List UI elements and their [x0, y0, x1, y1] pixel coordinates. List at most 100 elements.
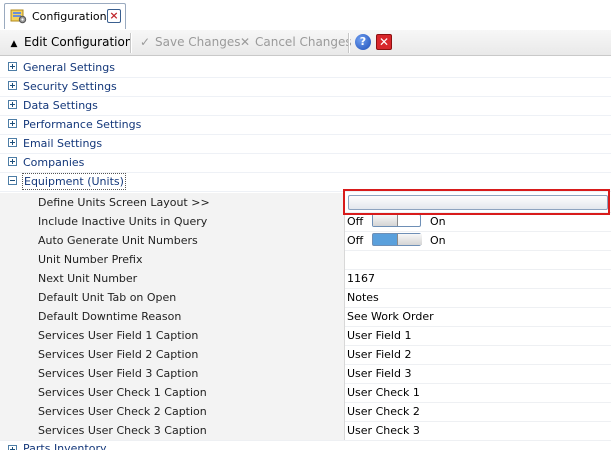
document-tab-strip: Configuration ×	[0, 0, 611, 31]
property-name: Include Inactive Units in Query	[38, 215, 208, 228]
row-gutter	[0, 288, 22, 307]
help-icon[interactable]: ?	[355, 34, 371, 50]
property-name: Next Unit Number	[38, 272, 138, 285]
property-value-field[interactable]: 1167	[345, 269, 611, 288]
checkmark-icon: ✓	[139, 35, 151, 49]
close-icon: ×	[109, 9, 119, 22]
property-row[interactable]: Services User Check 2 Caption User Check…	[0, 402, 611, 422]
cancel-changes-button[interactable]: ✕ Cancel Changes	[238, 35, 352, 51]
property-name-cell: Include Inactive Units in Query	[22, 212, 345, 231]
category-label: Performance Settings	[23, 118, 142, 131]
property-row[interactable]: Next Unit Number 1167	[0, 269, 611, 289]
property-value-field[interactable]: User Check 1	[345, 383, 611, 402]
row-gutter	[0, 345, 22, 364]
include-inactive-toggle[interactable]	[372, 214, 421, 227]
collapse-arrow-icon: ▲	[10, 39, 18, 49]
category-label: General Settings	[23, 61, 115, 74]
exit-icon[interactable]: ✕	[376, 34, 392, 50]
property-value: See Work Order	[347, 310, 434, 323]
category-label: Companies	[23, 156, 85, 169]
edit-configuration-button[interactable]: ▲ Edit Configuration	[7, 35, 133, 51]
property-value-field[interactable]: User Field 3	[345, 364, 611, 383]
tab-label: Configuration	[32, 10, 107, 23]
tab-configuration[interactable]: Configuration ×	[4, 3, 126, 29]
row-gutter	[0, 364, 22, 383]
focus-highlight	[343, 189, 610, 215]
property-name: Default Downtime Reason	[38, 310, 182, 323]
row-gutter	[0, 231, 22, 250]
expand-icon[interactable]	[8, 100, 17, 109]
property-row-auto-generate[interactable]: Auto Generate Unit Numbers Off On	[0, 231, 611, 251]
property-name-cell: Default Downtime Reason	[22, 307, 345, 326]
property-name: Services User Field 1 Caption	[38, 329, 199, 342]
property-name-cell: Next Unit Number	[22, 269, 345, 288]
toggle-off-label: Off	[347, 215, 364, 228]
property-name-cell: Services User Check 1 Caption	[22, 383, 345, 402]
property-value: 1167	[347, 272, 375, 285]
property-name-cell: Define Units Screen Layout >>	[22, 193, 345, 212]
property-name: Define Units Screen Layout >>	[38, 196, 210, 209]
property-row[interactable]: Services User Check 1 Caption User Check…	[0, 383, 611, 403]
property-name: Services User Check 2 Caption	[38, 405, 207, 418]
category-general-settings[interactable]: General Settings	[0, 58, 611, 78]
property-name-cell: Unit Number Prefix	[22, 250, 345, 269]
property-row[interactable]: Unit Number Prefix	[0, 250, 611, 270]
property-value-field[interactable]: See Work Order	[345, 307, 611, 326]
toolbar-separator	[130, 33, 132, 53]
property-value-field[interactable]: Notes	[345, 288, 611, 307]
property-name-cell: Services User Field 3 Caption	[22, 364, 345, 383]
property-value: Notes	[347, 291, 379, 304]
category-performance-settings[interactable]: Performance Settings	[0, 115, 611, 135]
property-name-cell: Services User Check 2 Caption	[22, 402, 345, 421]
property-value: User Field 1	[347, 329, 412, 342]
property-name: Services User Field 2 Caption	[38, 348, 199, 361]
edit-configuration-label: Edit Configuration	[24, 35, 133, 49]
category-data-settings[interactable]: Data Settings	[0, 96, 611, 116]
category-email-settings[interactable]: Email Settings	[0, 134, 611, 154]
toggle-knob[interactable]	[373, 215, 398, 226]
tab-close-button[interactable]: ×	[107, 9, 121, 23]
cancel-changes-label: Cancel Changes	[255, 35, 352, 49]
property-value-field[interactable]: User Check 2	[345, 402, 611, 421]
row-gutter	[0, 212, 22, 231]
property-row[interactable]: Services User Field 2 Caption User Field…	[0, 345, 611, 365]
property-row-include-inactive[interactable]: Include Inactive Units in Query Off On	[0, 212, 611, 232]
expand-icon[interactable]	[8, 119, 17, 128]
row-gutter	[0, 269, 22, 288]
property-name: Default Unit Tab on Open	[38, 291, 177, 304]
save-changes-button[interactable]: ✓ Save Changes	[138, 35, 241, 51]
property-value-field[interactable]: User Check 3	[345, 421, 611, 440]
expand-icon[interactable]	[8, 138, 17, 147]
property-value: User Field 2	[347, 348, 412, 361]
property-value-cell: Off On	[345, 231, 611, 250]
property-value-field[interactable]: User Field 2	[345, 345, 611, 364]
property-row[interactable]: Services User Check 3 Caption User Check…	[0, 421, 611, 441]
property-value: User Check 2	[347, 405, 420, 418]
property-value-field[interactable]: User Field 1	[345, 326, 611, 345]
property-name: Unit Number Prefix	[38, 253, 143, 266]
configuration-icon	[10, 9, 27, 24]
category-security-settings[interactable]: Security Settings	[0, 77, 611, 97]
expand-icon[interactable]	[8, 62, 17, 71]
category-companies[interactable]: Companies	[0, 153, 611, 173]
property-value: User Check 1	[347, 386, 420, 399]
category-parts-inventory[interactable]: Parts Inventory	[0, 441, 611, 450]
toggle-knob[interactable]	[397, 234, 422, 245]
property-row[interactable]: Default Downtime Reason See Work Order	[0, 307, 611, 327]
cancel-x-icon: ✕	[239, 35, 251, 49]
expand-icon[interactable]	[8, 81, 17, 90]
property-value-field[interactable]	[345, 250, 611, 269]
property-row[interactable]: Services User Field 3 Caption User Field…	[0, 364, 611, 384]
row-gutter	[0, 307, 22, 326]
toolbar-separator	[348, 33, 350, 53]
expand-icon[interactable]	[8, 157, 17, 166]
toggle-on-label: On	[430, 215, 446, 228]
expand-icon[interactable]	[8, 445, 17, 450]
toggle-on-label: On	[430, 234, 446, 247]
property-row[interactable]: Services User Field 1 Caption User Field…	[0, 326, 611, 346]
category-label: Data Settings	[23, 99, 98, 112]
collapse-icon[interactable]	[8, 176, 17, 185]
auto-generate-toggle[interactable]	[372, 233, 422, 246]
property-row[interactable]: Default Unit Tab on Open Notes	[0, 288, 611, 308]
row-gutter	[0, 421, 22, 440]
